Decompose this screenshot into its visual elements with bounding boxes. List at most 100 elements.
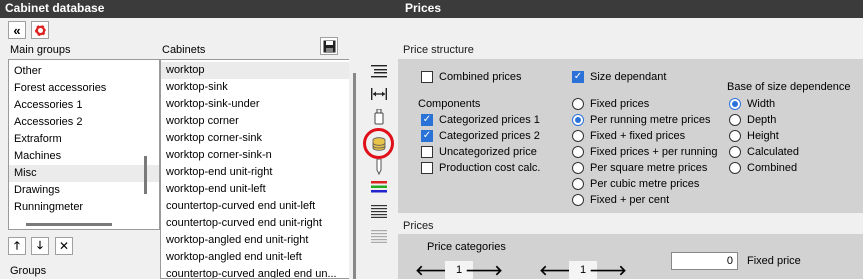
cabinet-item[interactable]: countertop-curved angled end un... bbox=[161, 266, 349, 278]
main-group-item[interactable]: Forest accessories bbox=[9, 80, 159, 97]
cabinet-item[interactable]: worktop-end unit-left bbox=[161, 181, 349, 198]
fixed-price-input[interactable]: 0 bbox=[671, 252, 738, 270]
base-option-radio-dot[interactable] bbox=[729, 162, 741, 174]
align-tool-button[interactable] bbox=[369, 62, 389, 80]
cabinet-item[interactable]: worktop-angled end unit-left bbox=[161, 249, 349, 266]
cabinet-item[interactable]: worktop corner bbox=[161, 113, 349, 130]
lifebuoy-icon bbox=[33, 23, 47, 37]
stepper2-next-button[interactable]: 🡒 bbox=[589, 261, 627, 279]
floppy-disk-icon bbox=[323, 40, 335, 52]
width-tool-button[interactable] bbox=[369, 85, 389, 103]
cabinet-item[interactable]: worktop-sink bbox=[161, 79, 349, 96]
left-title: Cabinet database bbox=[5, 1, 105, 15]
price-type-radio-dot[interactable] bbox=[572, 194, 584, 206]
base-option-radio-dot[interactable] bbox=[729, 146, 741, 158]
base-option-radio[interactable]: Depth bbox=[729, 112, 799, 128]
price-type-radio[interactable]: Per cubic metre prices bbox=[572, 176, 717, 192]
lifebuoy-button[interactable] bbox=[31, 21, 49, 39]
cabinets-vscroll[interactable] bbox=[349, 59, 361, 279]
combined-prices-checkbox[interactable]: Combined prices bbox=[421, 69, 522, 85]
stepper1-prev-button[interactable]: 🡐 bbox=[415, 261, 453, 279]
price-type-radio-dot[interactable] bbox=[572, 162, 584, 174]
width-arrows-icon bbox=[371, 88, 387, 100]
main-group-item[interactable]: Machines bbox=[9, 148, 159, 165]
base-option-radio-dot[interactable] bbox=[729, 130, 741, 142]
cabinet-item[interactable]: countertop-curved end unit-left bbox=[161, 198, 349, 215]
main-group-item[interactable]: Runningmeter bbox=[9, 199, 159, 216]
stepper1-next-button[interactable]: 🡒 bbox=[465, 261, 503, 279]
main-groups-hscroll[interactable] bbox=[26, 223, 112, 226]
component-box[interactable]: ✓ bbox=[421, 114, 433, 126]
price-type-radio-dot[interactable] bbox=[572, 178, 584, 190]
price-type-radio[interactable]: Fixed prices + per running bbox=[572, 144, 717, 160]
list-disabled-tool-button[interactable] bbox=[369, 227, 389, 245]
component-box[interactable]: ✓ bbox=[421, 130, 433, 142]
base-option-radio[interactable]: Combined bbox=[729, 160, 799, 176]
component-checkbox[interactable]: Uncategorized price bbox=[421, 144, 541, 160]
component-box[interactable] bbox=[421, 162, 433, 174]
color-bars-tool-button[interactable] bbox=[369, 178, 389, 196]
save-button[interactable] bbox=[320, 37, 338, 55]
list-tool-button[interactable] bbox=[369, 202, 389, 220]
price-structure-title: Price structure bbox=[403, 44, 474, 56]
right-title-bar: Prices bbox=[400, 0, 863, 18]
delete-button[interactable]: ✕ bbox=[55, 237, 73, 255]
cabinet-item[interactable]: worktop-end unit-right bbox=[161, 164, 349, 181]
price-type-radio[interactable]: Fixed prices bbox=[572, 96, 717, 112]
cabinet-item[interactable]: worktop-angled end unit-right bbox=[161, 232, 349, 249]
price-categories-label: Price categories bbox=[427, 241, 506, 253]
cabinet-item[interactable]: worktop corner-sink-n bbox=[161, 147, 349, 164]
main-group-item[interactable]: Accessories 1 bbox=[9, 97, 159, 114]
collapse-left-button[interactable]: « bbox=[8, 21, 26, 39]
price-type-radio[interactable]: Fixed + per cent bbox=[572, 192, 717, 208]
cabinet-item[interactable]: worktop-sink-under bbox=[161, 96, 349, 113]
component-box[interactable] bbox=[421, 146, 433, 158]
component-checkbox[interactable]: ✓ Categorized prices 2 bbox=[421, 128, 541, 144]
move-up-button[interactable]: 🡑 bbox=[8, 237, 26, 255]
main-group-item[interactable]: Misc bbox=[9, 165, 159, 182]
price-type-radio[interactable]: Fixed + fixed prices bbox=[572, 128, 717, 144]
double-chevron-left-icon: « bbox=[13, 22, 21, 38]
base-option-radio[interactable]: Height bbox=[729, 128, 799, 144]
component-checkbox[interactable]: Production cost calc. bbox=[421, 160, 541, 176]
cabinet-item[interactable]: worktop bbox=[161, 62, 349, 79]
base-option-radio-dot[interactable] bbox=[729, 114, 741, 126]
main-groups-vscroll[interactable] bbox=[144, 156, 147, 194]
size-dependant-box[interactable]: ✓ bbox=[572, 71, 584, 83]
database-tool-button[interactable] bbox=[363, 128, 394, 159]
price-type-radio-dot[interactable] bbox=[572, 146, 584, 158]
bottle-icon bbox=[374, 109, 384, 125]
price-type-radio-dot[interactable] bbox=[572, 130, 584, 142]
base-option-radio[interactable]: Width bbox=[729, 96, 799, 112]
components-label: Components bbox=[418, 98, 481, 110]
pen-icon bbox=[376, 159, 382, 175]
cabinet-item[interactable]: worktop corner-sink bbox=[161, 130, 349, 147]
cabinet-item[interactable]: countertop-curved end unit-right bbox=[161, 215, 349, 232]
main-group-item[interactable]: Extraform bbox=[9, 131, 159, 148]
stepper2-prev-button[interactable]: 🡐 bbox=[539, 261, 577, 279]
arrow-right-icon: 🡒 bbox=[589, 261, 627, 278]
cabinets-list[interactable]: worktop worktop-sink worktop-sink-under wor… bbox=[160, 59, 350, 279]
main-group-item[interactable]: Accessories 2 bbox=[9, 114, 159, 131]
component-checkbox[interactable]: ✓ Categorized prices 1 bbox=[421, 112, 541, 128]
move-down-button[interactable]: 🡓 bbox=[31, 237, 49, 255]
price-type-radio-dot[interactable] bbox=[572, 114, 584, 126]
pen-tool-button[interactable] bbox=[369, 158, 389, 176]
price-type-radio[interactable]: Per running metre prices bbox=[572, 112, 717, 128]
price-category-stepper-1: 🡐 1 🡒 bbox=[415, 261, 503, 279]
database-stack-icon bbox=[372, 136, 385, 151]
main-group-item[interactable]: Other bbox=[9, 63, 159, 80]
components-list: ✓ Categorized prices 1 ✓ Categorized prices… bbox=[421, 112, 541, 176]
price-type-radio-dot[interactable] bbox=[572, 98, 584, 110]
base-option-radio-dot[interactable] bbox=[729, 98, 741, 110]
list-lines-disabled-icon bbox=[371, 230, 387, 243]
base-option-radio[interactable]: Calculated bbox=[729, 144, 799, 160]
main-groups-list[interactable]: Other Forest accessories Accessories 1 Acce… bbox=[8, 59, 160, 230]
component-label: Uncategorized price bbox=[439, 146, 537, 158]
groups-label: Groups bbox=[10, 265, 47, 277]
price-type-radio[interactable]: Per square metre prices bbox=[572, 160, 717, 176]
combined-prices-box[interactable] bbox=[421, 71, 433, 83]
bottle-tool-button[interactable] bbox=[369, 108, 389, 126]
main-group-item[interactable]: Drawings bbox=[9, 182, 159, 199]
size-dependant-checkbox[interactable]: ✓ Size dependant bbox=[572, 69, 666, 85]
